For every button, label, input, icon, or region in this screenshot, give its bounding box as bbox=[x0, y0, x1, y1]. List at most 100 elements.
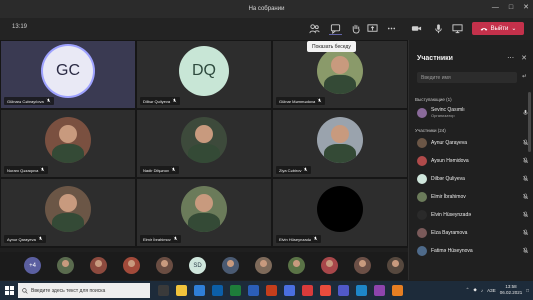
participant-name-text: Nuranı Qəzaqova bbox=[7, 167, 39, 173]
microphone-icon[interactable] bbox=[432, 22, 445, 35]
participant-name: Elvin Hüseynzadə bbox=[276, 235, 322, 243]
chat-icon[interactable] bbox=[329, 22, 342, 35]
camera-icon[interactable] bbox=[410, 22, 423, 35]
video-tile[interactable]: Ziya Cəbirov bbox=[273, 110, 407, 177]
clock[interactable]: 13:58 06.02.2021 bbox=[500, 284, 523, 296]
avatar bbox=[417, 155, 427, 166]
avatar[interactable] bbox=[156, 257, 173, 274]
video-tile[interactable]: GC Gülnarə Cəbrayılova bbox=[1, 41, 135, 108]
video-tile[interactable]: Aynur Qarayeva bbox=[1, 179, 135, 246]
volume-icon[interactable]: ♪ bbox=[481, 288, 483, 293]
more-options-icon[interactable]: ⋯ bbox=[507, 54, 514, 62]
task-view-icon[interactable] bbox=[158, 285, 169, 296]
mic-muted-icon bbox=[522, 247, 529, 254]
attendee-row[interactable]: Aysun Həmidova bbox=[417, 154, 529, 167]
attendees-header[interactable]: Участники (24) bbox=[415, 128, 446, 133]
share-invite-icon[interactable]: ↵ bbox=[522, 73, 527, 80]
presenter-role: Организатор bbox=[431, 113, 455, 118]
mic-muted-icon bbox=[172, 98, 177, 104]
participant-strip: +4 SD bbox=[0, 252, 408, 280]
video-tile[interactable]: Elvin Hüseynzadə bbox=[273, 179, 407, 246]
onenote-icon[interactable] bbox=[374, 285, 385, 296]
mic-muted-icon bbox=[313, 236, 318, 242]
mic-muted-icon bbox=[40, 167, 45, 173]
edge-icon[interactable] bbox=[194, 285, 205, 296]
video-tile[interactable]: DQ Dilbər Quliyeva bbox=[137, 41, 271, 108]
close-icon[interactable]: ✕ bbox=[523, 3, 529, 13]
taskbar-search-placeholder: Введите здесь текст для поиска bbox=[31, 287, 106, 294]
file-explorer-icon[interactable] bbox=[176, 285, 187, 296]
avatar bbox=[417, 137, 427, 148]
mic-muted-icon bbox=[522, 175, 529, 182]
attendee-row[interactable]: Fatimə Hüseynova bbox=[417, 244, 529, 257]
chevron-up-icon[interactable]: ⌃ bbox=[466, 287, 470, 293]
panel-title: Участники bbox=[417, 55, 453, 62]
minimize-icon[interactable]: — bbox=[492, 3, 499, 13]
participant-name: Elmir İbrahimov bbox=[140, 235, 181, 243]
network-icon[interactable]: ◆ bbox=[473, 287, 476, 293]
chrome-icon[interactable] bbox=[320, 285, 331, 296]
attendee-row[interactable]: Dilbər Quliyeva bbox=[417, 172, 529, 185]
meeting-toolbar: 13:19 Выйти ⌄ bbox=[0, 18, 533, 40]
hang-up-icon bbox=[480, 27, 487, 31]
folder-icon[interactable] bbox=[392, 285, 403, 296]
windows-start-icon[interactable] bbox=[5, 286, 14, 295]
close-panel-icon[interactable]: ✕ bbox=[521, 54, 527, 62]
avatar[interactable] bbox=[288, 257, 305, 274]
avatar bbox=[417, 191, 427, 202]
attendee-row[interactable]: Aynur Qarayeva bbox=[417, 136, 529, 149]
avatar[interactable] bbox=[57, 257, 74, 274]
participant-name-text: Elvin Hüseynzadə bbox=[279, 236, 312, 242]
acrobat-icon[interactable] bbox=[302, 285, 313, 296]
avatar: DQ bbox=[179, 45, 229, 96]
avatar[interactable] bbox=[123, 257, 140, 274]
raise-hand-icon[interactable] bbox=[349, 22, 362, 35]
taskbar-search[interactable]: Введите здесь текст для поиска bbox=[18, 283, 150, 298]
avatar bbox=[317, 116, 363, 163]
word-icon[interactable] bbox=[248, 285, 259, 296]
maximize-icon[interactable]: □ bbox=[509, 3, 513, 13]
presenters-header[interactable]: Выступающие (1) bbox=[415, 97, 452, 102]
photos-icon[interactable] bbox=[356, 285, 367, 296]
more-options-icon[interactable] bbox=[385, 22, 398, 35]
avatar bbox=[417, 245, 427, 256]
attendee-row[interactable]: Elvin Hüseynzadə bbox=[417, 208, 529, 221]
presenter-row[interactable]: Sevinc Qasımlı Организатор bbox=[417, 106, 529, 119]
mail-icon[interactable] bbox=[284, 285, 295, 296]
notifications-icon[interactable]: □ bbox=[526, 288, 529, 293]
invite-input[interactable]: Введите имя bbox=[417, 72, 517, 83]
store-icon[interactable] bbox=[212, 285, 223, 296]
excel-icon[interactable] bbox=[230, 285, 241, 296]
avatar[interactable]: SD bbox=[189, 257, 206, 274]
avatar[interactable] bbox=[90, 257, 107, 274]
video-tile[interactable]: Elmir İbrahimov bbox=[137, 179, 271, 246]
leave-button[interactable]: Выйти ⌄ bbox=[472, 22, 524, 35]
avatar[interactable] bbox=[255, 257, 272, 274]
attendee-row[interactable]: Elza Bayramova bbox=[417, 226, 529, 239]
attendee-name: Fatimə Hüseynova bbox=[431, 247, 473, 254]
participant-name-text: Elmir İbrahimov bbox=[143, 236, 171, 242]
video-tile[interactable]: Nuranı Qəzaqova bbox=[1, 110, 135, 177]
more-participants-chip[interactable]: +4 bbox=[24, 257, 41, 274]
chevron-down-icon[interactable]: ⌄ bbox=[511, 25, 516, 32]
avatar[interactable] bbox=[222, 257, 239, 274]
toolbar-tooltip: Показать беседу bbox=[307, 41, 356, 52]
attendee-row[interactable]: Elmir İbrahimov bbox=[417, 190, 529, 203]
leave-label: Выйти bbox=[490, 25, 509, 32]
share-screen-icon[interactable] bbox=[366, 22, 379, 35]
participant-name: Gülnar Məmmədova bbox=[276, 97, 326, 105]
teams-icon[interactable] bbox=[338, 285, 349, 296]
participant-name-text: Gülnar Məmmədova bbox=[279, 98, 316, 104]
avatar[interactable] bbox=[321, 257, 338, 274]
device-settings-icon[interactable] bbox=[451, 22, 464, 35]
participant-name: Nuranı Qəzaqova bbox=[4, 166, 49, 174]
participants-icon[interactable] bbox=[308, 22, 321, 35]
avatar: GC bbox=[43, 45, 93, 96]
video-tile[interactable]: Nadir Dilşənov bbox=[137, 110, 271, 177]
powerpoint-icon[interactable] bbox=[266, 285, 277, 296]
keyboard-language[interactable]: АЗЕ bbox=[487, 288, 496, 293]
avatar[interactable] bbox=[354, 257, 371, 274]
attendee-name: Dilbər Quliyeva bbox=[431, 175, 465, 182]
mic-muted-icon bbox=[522, 229, 529, 236]
avatar[interactable] bbox=[387, 257, 404, 274]
